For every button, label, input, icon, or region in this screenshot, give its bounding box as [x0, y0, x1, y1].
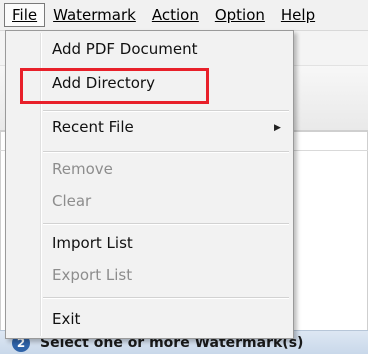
highlight-box: [20, 68, 209, 104]
menu-item-recent-file[interactable]: Recent File: [52, 117, 134, 137]
menu-item-exit[interactable]: Exit: [52, 309, 80, 329]
menu-watermark[interactable]: Watermark: [45, 4, 144, 26]
menu-file[interactable]: File: [4, 3, 46, 27]
menu-separator: [43, 297, 289, 299]
menu-item-add-pdf-document[interactable]: Add PDF Document: [52, 39, 198, 59]
menu-action[interactable]: Action: [144, 4, 207, 26]
menu-item-import-list[interactable]: Import List: [52, 233, 133, 253]
submenu-arrow-icon: ▶: [274, 123, 281, 133]
menu-bar: File Watermark Action Option Help: [0, 0, 368, 31]
menu-item-remove[interactable]: Remove: [52, 159, 113, 179]
menu-separator: [43, 223, 289, 225]
menu-item-clear[interactable]: Clear: [52, 191, 91, 211]
menu-separator: [43, 110, 289, 112]
menu-help[interactable]: Help: [273, 4, 323, 26]
menu-option[interactable]: Option: [207, 4, 273, 26]
menu-separator: [43, 151, 289, 153]
menu-item-export-list[interactable]: Export List: [52, 265, 132, 285]
